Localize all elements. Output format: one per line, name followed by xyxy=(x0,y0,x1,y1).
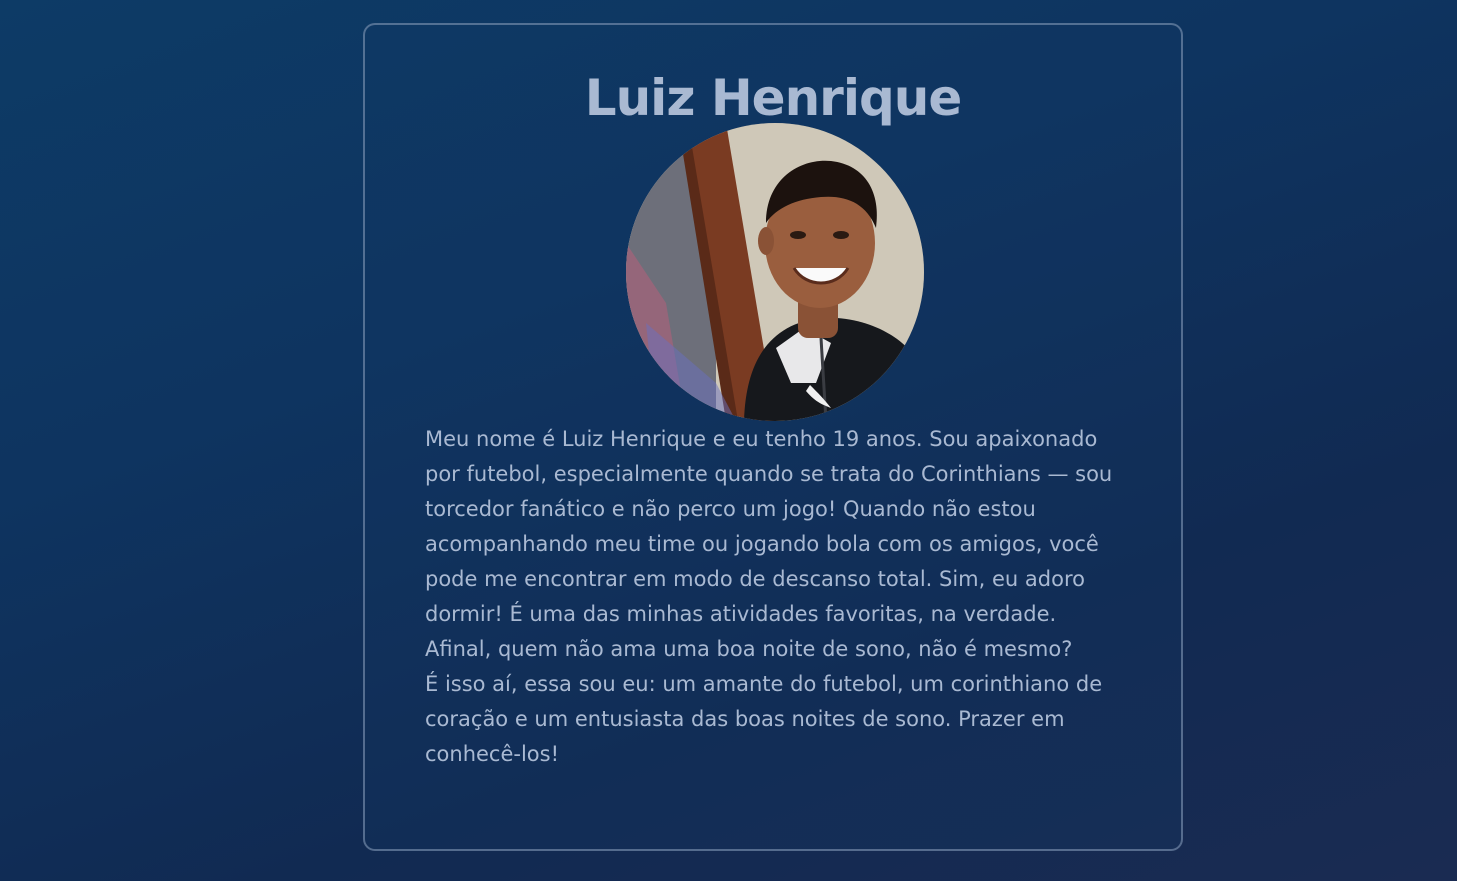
bio-paragraph: É isso aí, essa sou eu: um amante do fut… xyxy=(425,672,1103,766)
bio-paragraph: Meu nome é Luiz Henrique e eu tenho 19 a… xyxy=(425,427,1113,661)
profile-bio: Meu nome é Luiz Henrique e eu tenho 19 a… xyxy=(425,422,1127,772)
profile-card: Luiz Henrique Meu nome é Luiz Henrique e… xyxy=(363,23,1183,851)
avatar-image xyxy=(626,123,924,421)
profile-photo xyxy=(626,123,924,421)
